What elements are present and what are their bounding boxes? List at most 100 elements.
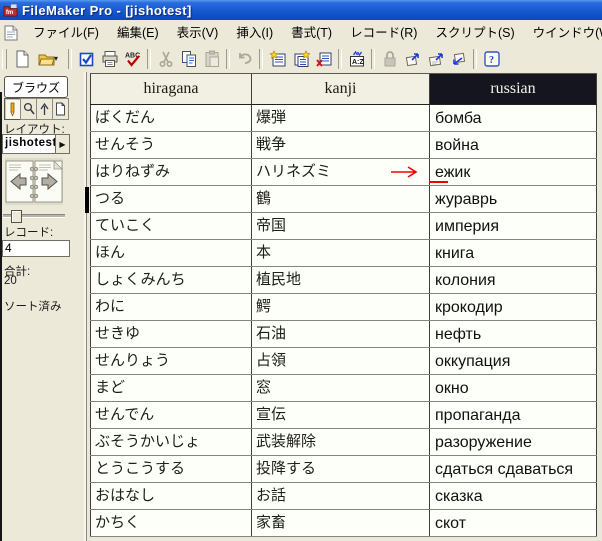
undo-button[interactable] bbox=[233, 47, 256, 70]
hiragana-cell[interactable]: つる bbox=[90, 186, 251, 212]
hiragana-cell[interactable]: わに bbox=[90, 294, 251, 320]
hiragana-cell[interactable]: はりねずみ bbox=[90, 159, 251, 185]
kanji-cell[interactable]: 投降する bbox=[251, 456, 429, 482]
menu-item[interactable]: 挿入(I) bbox=[227, 21, 282, 45]
menu-item[interactable]: 表示(V) bbox=[168, 21, 228, 45]
russian-cell[interactable]: пропаганда bbox=[429, 402, 597, 428]
hiragana-cell[interactable]: せきゆ bbox=[90, 321, 251, 347]
russian-cell[interactable]: сказка bbox=[429, 483, 597, 509]
russian-cell[interactable]: нефть bbox=[429, 321, 597, 347]
hiragana-cell[interactable]: ばくだん bbox=[90, 105, 251, 131]
russian-cell[interactable]: разоружение bbox=[429, 429, 597, 455]
kanji-cell[interactable]: 家畜 bbox=[251, 510, 429, 536]
toolbar-separator bbox=[147, 48, 151, 69]
paste-button[interactable] bbox=[200, 47, 223, 70]
kanji-cell[interactable]: 鰐 bbox=[251, 294, 429, 320]
kanji-cell[interactable]: 鶴 bbox=[251, 186, 429, 212]
duplicate-record-button[interactable] bbox=[289, 47, 312, 70]
kanji-cell[interactable]: 武装解除 bbox=[251, 429, 429, 455]
kanji-cell[interactable]: 占領 bbox=[251, 348, 429, 374]
kanji-cell[interactable]: 宣伝 bbox=[251, 402, 429, 428]
hiragana-cell[interactable]: まど bbox=[90, 375, 251, 401]
copy-button[interactable] bbox=[177, 47, 200, 70]
kanji-cell[interactable]: 石油 bbox=[251, 321, 429, 347]
russian-cell[interactable]: сдаться сдаваться bbox=[429, 456, 597, 482]
russian-cell[interactable]: война bbox=[429, 132, 597, 158]
filemaker-window: fm FileMaker Pro - [jishotest] ファイル(F) 編… bbox=[0, 0, 602, 541]
send-forward-alt-button[interactable] bbox=[424, 47, 447, 70]
toolbar-separator bbox=[259, 48, 263, 69]
new-file-button[interactable] bbox=[10, 47, 33, 70]
menu-item[interactable]: 書式(T) bbox=[282, 21, 341, 45]
lock-button[interactable] bbox=[378, 47, 401, 70]
russian-cell[interactable]: бомба bbox=[429, 105, 597, 131]
find-mode-button[interactable] bbox=[20, 98, 37, 120]
book-navigator[interactable] bbox=[5, 158, 63, 205]
new-record-button[interactable] bbox=[266, 47, 289, 70]
russian-cell[interactable]: оккупация bbox=[429, 348, 597, 374]
open-file-button[interactable]: ▾ bbox=[33, 47, 65, 70]
hiragana-cell[interactable]: せんでん bbox=[90, 402, 251, 428]
menu-item[interactable]: レコード(R) bbox=[341, 21, 426, 45]
browse-mode-button[interactable] bbox=[4, 98, 21, 120]
russian-cell[interactable]: окно bbox=[429, 375, 597, 401]
send-back-button[interactable] bbox=[447, 47, 470, 70]
russian-cell[interactable]: крокодир bbox=[429, 294, 597, 320]
hiragana-cell[interactable]: せんそう bbox=[90, 132, 251, 158]
delete-record-button[interactable] bbox=[312, 47, 335, 70]
dropdown-arrow-icon[interactable]: ▶ bbox=[55, 135, 69, 153]
open-file-dropdown-icon[interactable]: ▾ bbox=[54, 54, 58, 63]
help-button[interactable]: ? bbox=[480, 47, 503, 70]
kanji-cell[interactable]: 窓 bbox=[251, 375, 429, 401]
table-row: せきゆ 石油 нефть bbox=[90, 321, 597, 348]
window-border bbox=[0, 92, 2, 541]
table-header-row: hiragana kanji russian bbox=[90, 73, 597, 105]
checkbox-button[interactable] bbox=[75, 47, 98, 70]
menu-item[interactable]: ウインドウ(W) bbox=[524, 21, 602, 45]
hiragana-cell[interactable]: ほん bbox=[90, 240, 251, 266]
kanji-cell[interactable]: ハリネズミ bbox=[251, 159, 429, 185]
kanji-cell[interactable]: 戦争 bbox=[251, 132, 429, 158]
kanji-cell[interactable]: お話 bbox=[251, 483, 429, 509]
kanji-cell[interactable]: 爆弾 bbox=[251, 105, 429, 131]
toolbar-separator bbox=[68, 48, 72, 69]
menu-item[interactable]: ファイル(F) bbox=[24, 21, 108, 45]
kanji-cell[interactable]: 帝国 bbox=[251, 213, 429, 239]
cut-icon bbox=[158, 51, 173, 67]
send-forward-button[interactable] bbox=[401, 47, 424, 70]
russian-cell[interactable]: скот bbox=[429, 510, 597, 536]
kanji-cell[interactable]: 本 bbox=[251, 240, 429, 266]
menu-item[interactable]: スクリプト(S) bbox=[426, 21, 523, 45]
layout-mode-button[interactable] bbox=[36, 98, 53, 120]
cut-button[interactable] bbox=[154, 47, 177, 70]
russian-cell[interactable]: книга bbox=[429, 240, 597, 266]
layout-dropdown-value: jishotest bbox=[5, 137, 55, 149]
hiragana-cell[interactable]: とうこうする bbox=[90, 456, 251, 482]
slider-thumb[interactable] bbox=[11, 210, 22, 223]
spell-check-button[interactable]: ABC bbox=[121, 47, 144, 70]
preview-mode-button[interactable] bbox=[52, 98, 69, 120]
kanji-cell[interactable]: 植民地 bbox=[251, 267, 429, 293]
document-icon[interactable] bbox=[4, 25, 18, 41]
print-button[interactable] bbox=[98, 47, 121, 70]
hiragana-cell[interactable]: ぶそうかいじょ bbox=[90, 429, 251, 455]
layout-dropdown[interactable]: jishotest ▶ bbox=[2, 134, 70, 154]
hiragana-cell[interactable]: おはなし bbox=[90, 483, 251, 509]
russian-cell[interactable]: колония bbox=[429, 267, 597, 293]
record-list-area: hiragana kanji russian ばくだん 爆弾 бомба せんそ… bbox=[87, 72, 602, 541]
filemaker-folder-icon: fm bbox=[3, 3, 18, 17]
russian-cell[interactable]: ежик bbox=[429, 159, 597, 185]
record-number-input[interactable]: 4 bbox=[2, 240, 70, 257]
sort-button[interactable]: A:Z bbox=[345, 47, 368, 70]
toolbar-grip[interactable] bbox=[2, 48, 7, 69]
mode-popup-button[interactable]: ブラウズ bbox=[4, 76, 68, 98]
menu-item[interactable]: 編集(E) bbox=[108, 21, 168, 45]
table-row: ばくだん 爆弾 бомба bbox=[90, 105, 597, 132]
hiragana-cell[interactable]: しょくみんち bbox=[90, 267, 251, 293]
hiragana-cell[interactable]: かちく bbox=[90, 510, 251, 536]
record-slider[interactable] bbox=[3, 210, 65, 223]
russian-cell[interactable]: империя bbox=[429, 213, 597, 239]
hiragana-cell[interactable]: ていこく bbox=[90, 213, 251, 239]
hiragana-cell[interactable]: せんりょう bbox=[90, 348, 251, 374]
russian-cell[interactable]: жураврь bbox=[429, 186, 597, 212]
